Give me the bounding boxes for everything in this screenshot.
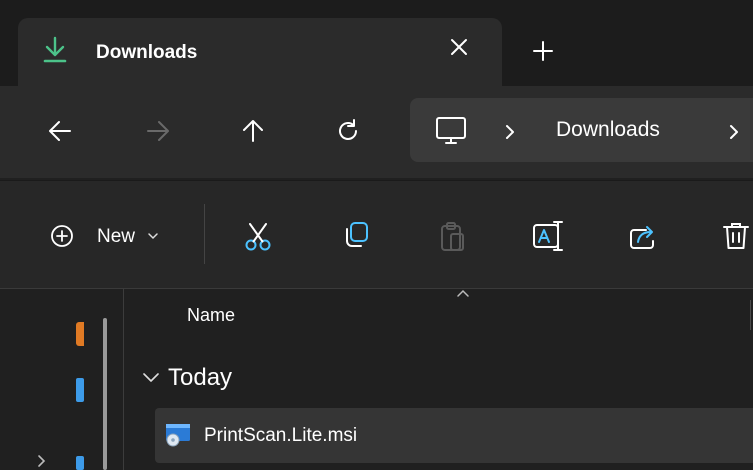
tab-title: Downloads <box>96 42 198 63</box>
this-pc-icon <box>436 117 466 144</box>
nav-pane-scrollbar[interactable] <box>103 318 107 470</box>
toolbar-separator <box>204 204 205 264</box>
navigation-pane-border[interactable] <box>123 289 124 470</box>
chevron-down-icon[interactable] <box>140 368 162 386</box>
forward-button[interactable] <box>138 111 178 151</box>
new-tab-button[interactable] <box>528 36 558 66</box>
up-button[interactable] <box>233 111 273 151</box>
add-circle-icon <box>51 225 73 247</box>
msi-installer-icon <box>166 424 190 447</box>
copy-button[interactable] <box>336 214 376 254</box>
share-button[interactable] <box>622 216 662 256</box>
chevron-right-icon[interactable] <box>500 120 520 144</box>
column-resize-handle[interactable] <box>750 300 751 330</box>
new-label: New <box>97 226 136 247</box>
nav-pane-item-icon[interactable] <box>76 322 84 346</box>
sort-ascending-icon <box>457 289 469 297</box>
paste-button[interactable] <box>432 216 472 256</box>
column-header-name[interactable]: Name <box>187 305 235 326</box>
back-button[interactable] <box>40 111 80 151</box>
chevron-right-icon[interactable] <box>724 120 744 144</box>
cut-button[interactable] <box>238 216 278 256</box>
breadcrumb-downloads[interactable]: Downloads <box>556 118 660 142</box>
tab-downloads[interactable]: Downloads <box>18 18 502 86</box>
chevron-down-icon <box>148 233 158 240</box>
nav-pane-item-icon[interactable] <box>76 378 84 402</box>
rename-button[interactable] <box>528 216 568 256</box>
chevron-right-icon[interactable] <box>34 452 50 470</box>
close-tab-icon[interactable] <box>444 32 474 62</box>
delete-button[interactable] <box>716 216 753 256</box>
file-name: PrintScan.Lite.msi <box>204 425 358 446</box>
nav-pane-item-icon[interactable] <box>76 456 84 470</box>
content-divider <box>0 288 753 289</box>
refresh-button[interactable] <box>328 111 368 151</box>
download-icon <box>43 36 67 63</box>
group-header-today[interactable]: Today <box>168 364 232 392</box>
